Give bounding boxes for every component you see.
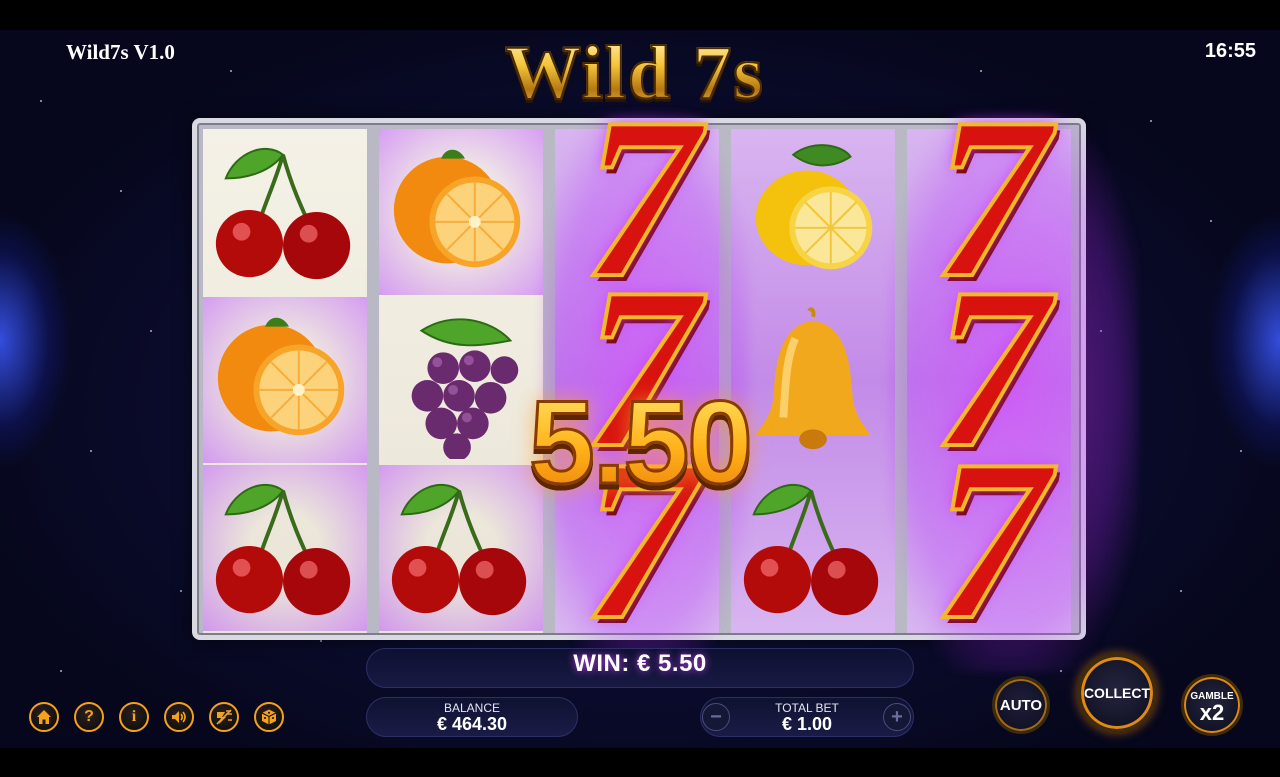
reel-1-row-2 — [203, 297, 367, 463]
win-text-value: WIN: € 5.50 — [573, 650, 707, 677]
star — [150, 330, 152, 332]
star — [1150, 120, 1152, 122]
lemon-icon — [755, 144, 873, 270]
star — [60, 670, 62, 672]
speaker-icon — [172, 711, 186, 723]
fast-play-button[interactable] — [209, 702, 239, 732]
star — [1210, 220, 1212, 222]
bet-increase-button[interactable]: + — [883, 703, 911, 731]
star — [90, 450, 92, 452]
win-text: WIN: € 5.50 — [340, 650, 940, 678]
star — [1240, 450, 1242, 452]
letterbox-bottom — [0, 748, 1280, 777]
balance-label: BALANCE — [443, 701, 501, 715]
cherry-icon — [215, 147, 351, 280]
collect-button[interactable]: COLLECT — [1077, 653, 1157, 733]
help-button[interactable]: ? — [74, 702, 104, 732]
gamble-button[interactable]: GAMBLE x2 — [1181, 674, 1243, 736]
star — [320, 640, 322, 642]
reel-1-row-1 — [203, 129, 367, 295]
help-icon: ? — [84, 708, 94, 725]
orange-icon — [217, 317, 345, 436]
sound-button[interactable] — [164, 702, 194, 732]
total-bet-panel: TOTAL BET € 1.00 — [700, 697, 914, 737]
reel-1 — [203, 129, 367, 633]
total-bet-label: TOTAL BET — [775, 701, 839, 715]
fast-play-icon — [216, 709, 232, 725]
app-title: Wild7s V1.0 — [66, 40, 175, 64]
seven-icon: 7 — [932, 412, 1051, 667]
orange-icon — [393, 149, 521, 268]
star — [40, 100, 42, 102]
win-amount-overlay: 5.50 — [440, 377, 840, 510]
star — [120, 190, 122, 192]
info-icon: i — [131, 708, 137, 725]
balance-panel: BALANCE € 464.30 — [366, 697, 578, 737]
gamble-multiplier: x2 — [1199, 699, 1225, 725]
star — [230, 70, 232, 72]
balance-value: € 464.30 — [436, 714, 508, 734]
reel-1-row-3 — [203, 465, 367, 631]
bet-decrease-button[interactable]: − — [702, 703, 730, 731]
dice-button[interactable] — [254, 702, 284, 732]
home-button[interactable] — [29, 702, 59, 732]
letterbox-top — [0, 0, 1280, 30]
cherry-icon — [215, 483, 351, 616]
reel-2-row-1 — [379, 129, 543, 295]
info-button[interactable]: i — [119, 702, 149, 732]
total-bet-value: € 1.00 — [781, 714, 833, 734]
star — [1180, 590, 1182, 592]
star — [180, 590, 182, 592]
reel-4-row-1 — [731, 129, 895, 295]
dice-icon — [261, 709, 277, 725]
auto-button[interactable]: AUTO — [992, 676, 1050, 734]
clock: 16:55 — [1204, 40, 1256, 62]
home-icon — [37, 710, 51, 724]
